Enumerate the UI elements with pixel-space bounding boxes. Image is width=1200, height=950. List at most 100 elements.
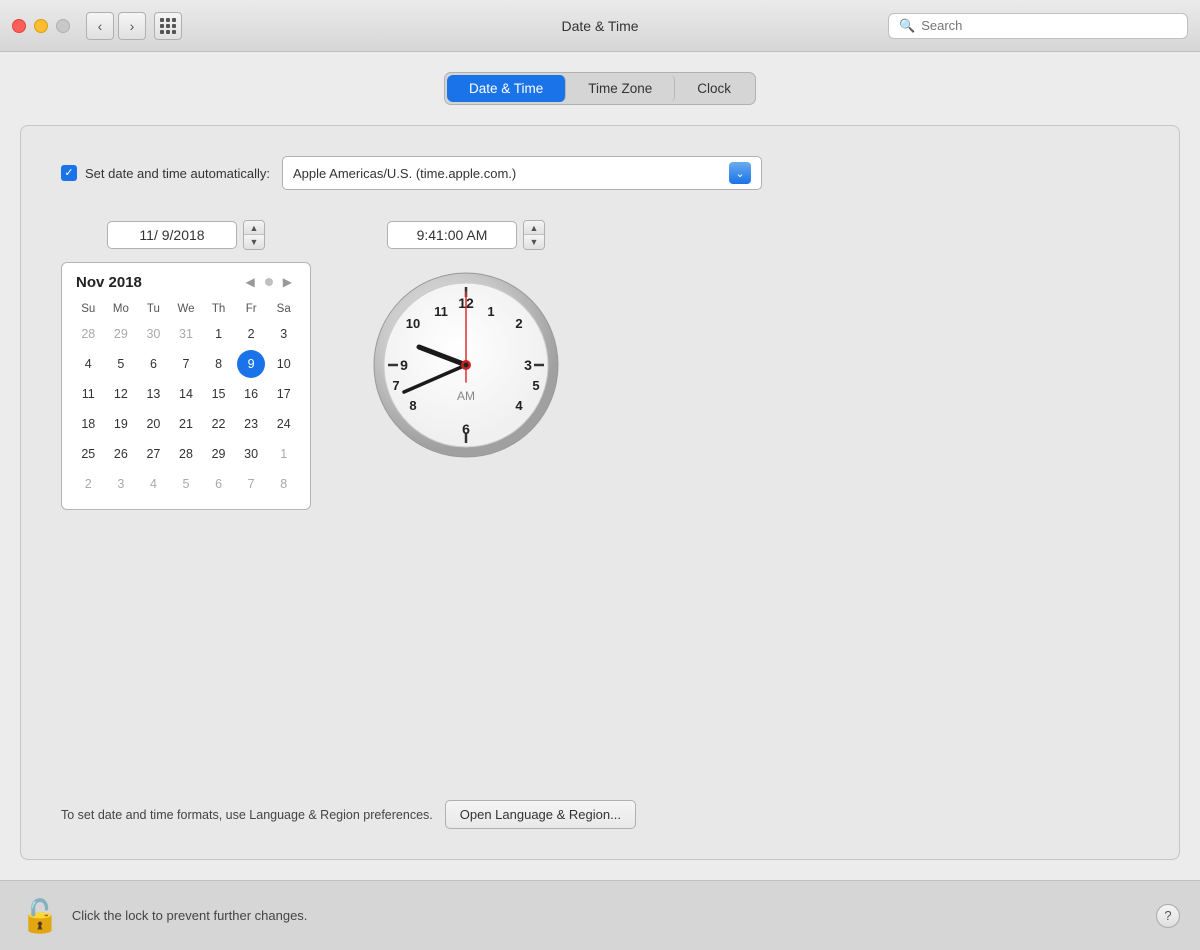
svg-text:7: 7 (392, 378, 399, 393)
cal-day[interactable]: 30 (139, 320, 167, 348)
calendar-widget: Nov 2018 ◀ ▶ Su Mo Tu We Th (61, 262, 311, 510)
server-dropdown[interactable]: Apple Americas/U.S. (time.apple.com.) ⌄ (282, 156, 762, 190)
cal-day[interactable]: 29 (107, 320, 135, 348)
calendar-header: Nov 2018 ◀ ▶ (72, 273, 300, 291)
cal-day[interactable]: 16 (237, 380, 265, 408)
cal-day[interactable]: 20 (139, 410, 167, 438)
lock-bar: 🔓 Click the lock to prevent further chan… (0, 880, 1200, 950)
auto-set-checkbox[interactable]: ✓ (61, 165, 77, 181)
cal-day[interactable]: 2 (74, 470, 102, 498)
cal-day[interactable]: 3 (270, 320, 298, 348)
calendar-next-arrow[interactable]: ▶ (279, 273, 296, 291)
cal-day[interactable]: 26 (107, 440, 135, 468)
open-region-button[interactable]: Open Language & Region... (445, 800, 636, 829)
tab-time-zone[interactable]: Time Zone (566, 75, 675, 102)
auto-set-checkbox-container: ✓ Set date and time automatically: (61, 165, 270, 181)
search-input[interactable] (921, 18, 1177, 33)
cal-day[interactable]: 4 (139, 470, 167, 498)
cal-day[interactable]: 3 (107, 470, 135, 498)
nav-buttons: ‹ › (86, 12, 146, 40)
cal-day[interactable]: 30 (237, 440, 265, 468)
titlebar: ‹ › Date & Time 🔍 (0, 0, 1200, 52)
cal-day[interactable]: 21 (172, 410, 200, 438)
cal-day[interactable]: 5 (172, 470, 200, 498)
grid-view-button[interactable] (154, 12, 182, 40)
cal-day[interactable]: 23 (237, 410, 265, 438)
cal-header-sa: Sa (267, 299, 300, 319)
calendar-prev-arrow[interactable]: ◀ (242, 273, 259, 291)
cal-day[interactable]: 1 (270, 440, 298, 468)
close-button[interactable] (12, 19, 26, 33)
forward-button[interactable]: › (118, 12, 146, 40)
tab-clock[interactable]: Clock (675, 75, 753, 102)
svg-text:10: 10 (406, 316, 420, 331)
time-input-row: 9:41:00 AM ▲ ▼ (387, 220, 545, 250)
dropdown-arrow-icon[interactable]: ⌄ (729, 162, 751, 184)
svg-text:8: 8 (409, 398, 416, 413)
cal-day[interactable]: 27 (139, 440, 167, 468)
cal-day[interactable]: 7 (237, 470, 265, 498)
date-stepper-up[interactable]: ▲ (244, 221, 264, 235)
cal-day[interactable]: 18 (74, 410, 102, 438)
time-stepper-down[interactable]: ▼ (524, 235, 544, 249)
auto-set-label: Set date and time automatically: (85, 166, 270, 181)
minimize-button[interactable] (34, 19, 48, 33)
cal-day[interactable]: 8 (205, 350, 233, 378)
svg-text:5: 5 (532, 378, 539, 393)
time-stepper[interactable]: ▲ ▼ (523, 220, 545, 250)
window-title: Date & Time (561, 18, 638, 34)
lock-icon[interactable]: 🔓 (20, 897, 60, 935)
date-stepper-down[interactable]: ▼ (244, 235, 264, 249)
date-input-row: 11/ 9/2018 ▲ ▼ (107, 220, 265, 250)
calendar-today-dot[interactable] (265, 278, 273, 286)
cal-day[interactable]: 12 (107, 380, 135, 408)
search-icon: 🔍 (899, 18, 915, 34)
cal-day[interactable]: 31 (172, 320, 200, 348)
cal-day[interactable]: 14 (172, 380, 200, 408)
svg-text:1: 1 (487, 304, 494, 319)
search-bar[interactable]: 🔍 (888, 13, 1188, 39)
cal-day[interactable]: 4 (74, 350, 102, 378)
cal-day[interactable]: 8 (270, 470, 298, 498)
cal-day[interactable]: 19 (107, 410, 135, 438)
cal-day[interactable]: 13 (139, 380, 167, 408)
cal-day[interactable]: 10 (270, 350, 298, 378)
cal-day[interactable]: 2 (237, 320, 265, 348)
cal-day[interactable]: 28 (74, 320, 102, 348)
tab-date-time[interactable]: Date & Time (447, 75, 566, 102)
lock-text: Click the lock to prevent further change… (72, 908, 308, 923)
bottom-text: To set date and time formats, use Langua… (61, 808, 433, 822)
calendar-nav: ◀ ▶ (242, 273, 296, 291)
cal-header-fr: Fr (235, 299, 268, 319)
tabs-container: Date & Time Time Zone Clock (20, 72, 1180, 105)
cal-day[interactable]: 5 (107, 350, 135, 378)
clock-svg: 12 3 6 9 2 4 8 10 1 5 11 7 AM (371, 270, 561, 460)
cal-day[interactable]: 25 (74, 440, 102, 468)
cal-day[interactable]: 6 (205, 470, 233, 498)
cal-day[interactable]: 17 (270, 380, 298, 408)
cal-day-selected[interactable]: 9 (237, 350, 265, 378)
clock-section: 9:41:00 AM ▲ ▼ (371, 220, 561, 764)
cal-day[interactable]: 11 (74, 380, 102, 408)
maximize-button[interactable] (56, 19, 70, 33)
cal-day[interactable]: 1 (205, 320, 233, 348)
cal-day[interactable]: 28 (172, 440, 200, 468)
auto-set-row: ✓ Set date and time automatically: Apple… (61, 156, 1139, 190)
date-field[interactable]: 11/ 9/2018 (107, 221, 237, 249)
svg-text:6: 6 (462, 421, 470, 437)
cal-day[interactable]: 29 (205, 440, 233, 468)
cal-day[interactable]: 24 (270, 410, 298, 438)
cal-day[interactable]: 15 (205, 380, 233, 408)
time-stepper-up[interactable]: ▲ (524, 221, 544, 235)
date-stepper[interactable]: ▲ ▼ (243, 220, 265, 250)
cal-day[interactable]: 7 (172, 350, 200, 378)
cal-header-mo: Mo (105, 299, 138, 319)
svg-text:3: 3 (524, 357, 532, 373)
calendar-section: 11/ 9/2018 ▲ ▼ Nov 2018 ◀ ▶ (61, 220, 311, 764)
cal-day[interactable]: 6 (139, 350, 167, 378)
calendar-month-year: Nov 2018 (76, 274, 142, 291)
time-field[interactable]: 9:41:00 AM (387, 221, 517, 249)
cal-day[interactable]: 22 (205, 410, 233, 438)
help-button[interactable]: ? (1156, 904, 1180, 928)
back-button[interactable]: ‹ (86, 12, 114, 40)
